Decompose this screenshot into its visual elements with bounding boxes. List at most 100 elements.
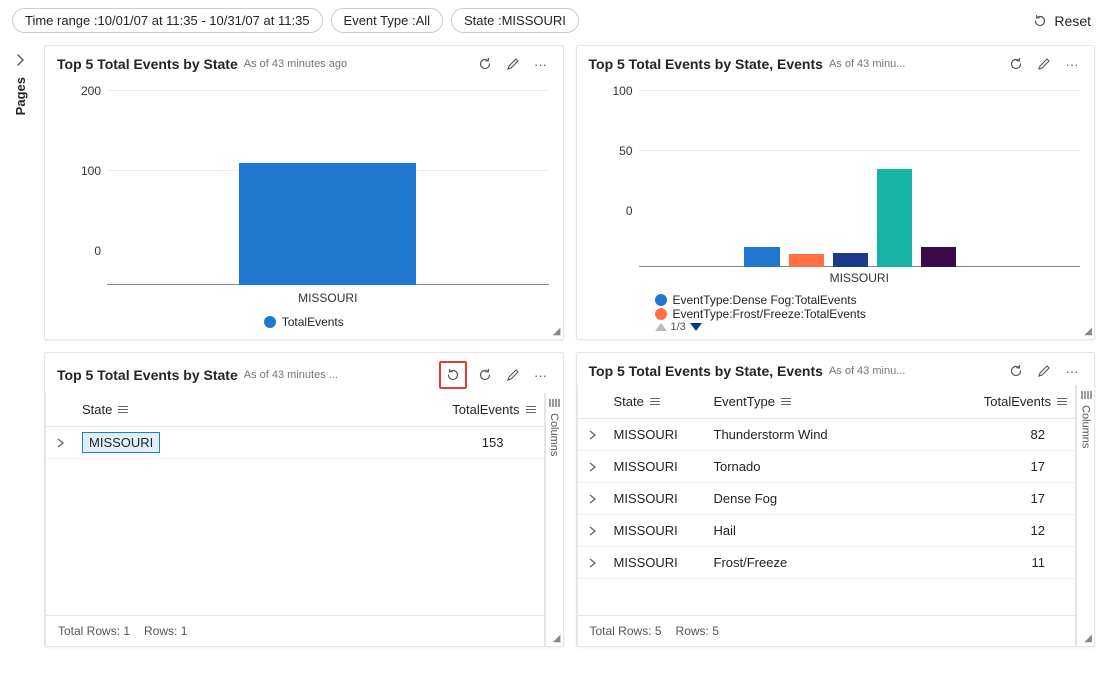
table-row[interactable]: MISSOURIHail12 (578, 515, 1076, 547)
bar[interactable] (239, 163, 416, 285)
panel-table-state: Top 5 Total Events by State As of 43 min… (44, 352, 564, 647)
column-header[interactable]: State (74, 396, 184, 423)
more-icon[interactable]: ··· (531, 365, 551, 385)
bar[interactable] (877, 169, 912, 267)
legend-label: TotalEvents (282, 315, 344, 329)
pages-sidebar[interactable]: Pages (0, 41, 40, 655)
columns-panel-handle[interactable]: Columns (1076, 385, 1094, 646)
table-row[interactable]: MISSOURIThunderstorm Wind82 (578, 419, 1076, 451)
reset-button[interactable]: Reset (1024, 9, 1099, 33)
bar[interactable] (744, 247, 779, 267)
y-tick: 0 (603, 204, 633, 218)
panel-title: Top 5 Total Events by State (57, 367, 238, 383)
dashboard-grid: Top 5 Total Events by State As of 43 min… (40, 41, 1111, 655)
panel-subtitle: As of 43 minu... (829, 58, 905, 70)
legend-pager[interactable]: 1/3 (655, 321, 702, 333)
table-header-row: State TotalEvents (46, 393, 544, 427)
panel-subtitle: As of 43 minu... (829, 365, 905, 377)
refresh-icon[interactable] (475, 54, 495, 74)
refresh-icon[interactable] (1006, 54, 1026, 74)
resize-handle-icon[interactable]: ◢ (1084, 633, 1092, 644)
x-tick: MISSOURI (107, 291, 549, 305)
resize-handle-icon[interactable]: ◢ (553, 326, 561, 337)
more-icon[interactable]: ··· (531, 54, 551, 74)
column-menu-icon[interactable] (118, 406, 128, 413)
y-tick: 100 (603, 84, 633, 98)
table-footer: Total Rows: 5 Rows: 5 (578, 615, 1076, 646)
y-tick: 50 (603, 144, 633, 158)
panel-title: Top 5 Total Events by State (57, 56, 238, 72)
edit-icon[interactable] (503, 54, 523, 74)
filter-value: 10/01/07 at 11:35 - 10/31/07 at 11:35 (98, 13, 310, 28)
expand-icon[interactable] (578, 489, 606, 509)
y-tick: 100 (71, 164, 101, 178)
selected-cell[interactable]: MISSOURI (82, 432, 160, 453)
table-row[interactable]: MISSOURIDense Fog17 (578, 483, 1076, 515)
more-icon[interactable]: ··· (1062, 361, 1082, 381)
expand-icon[interactable] (578, 521, 606, 541)
more-icon[interactable]: ··· (1062, 54, 1082, 74)
refresh-icon[interactable] (475, 365, 495, 385)
table-header-row: State EventType TotalEvents (578, 385, 1076, 419)
cell-value: 153 (482, 435, 504, 450)
footer-total: Total Rows: 5 (590, 624, 662, 638)
triangle-down-icon[interactable] (690, 323, 702, 331)
filter-value: All (416, 13, 430, 28)
expand-icon[interactable] (46, 433, 74, 453)
filter-pill-time-range[interactable]: Time range : 10/01/07 at 11:35 - 10/31/0… (12, 8, 323, 33)
edit-icon[interactable] (1034, 361, 1054, 381)
legend-item[interactable]: EventType:Dense Fog:TotalEvents (655, 293, 857, 307)
y-tick: 200 (71, 84, 101, 98)
legend-item[interactable]: EventType:Frost/Freeze:TotalEvents (655, 307, 866, 321)
column-menu-icon[interactable] (781, 398, 791, 405)
columns-icon (548, 397, 560, 409)
panel-chart-state-events: Top 5 Total Events by State, Events As o… (576, 45, 1096, 340)
footer-rows: Rows: 1 (144, 624, 187, 638)
columns-panel-handle[interactable]: Columns (545, 393, 563, 646)
chevron-right-icon (13, 53, 27, 67)
legend-item[interactable]: TotalEvents (264, 315, 344, 329)
table-footer: Total Rows: 1 Rows: 1 (46, 615, 544, 646)
column-menu-icon[interactable] (650, 398, 660, 405)
x-tick: MISSOURI (639, 271, 1081, 285)
reset-icon[interactable] (439, 361, 467, 389)
resize-handle-icon[interactable]: ◢ (1084, 326, 1092, 337)
pages-label: Pages (13, 77, 28, 115)
reset-icon (1032, 13, 1048, 29)
filter-pill-state[interactable]: State : MISSOURI (451, 8, 579, 33)
column-menu-icon[interactable] (1057, 398, 1067, 405)
column-header[interactable]: State (606, 388, 706, 415)
expand-icon[interactable] (578, 457, 606, 477)
refresh-icon[interactable] (1006, 361, 1026, 381)
bar[interactable] (921, 247, 956, 267)
table-row[interactable]: MISSOURI 153 (46, 427, 544, 459)
pager-label: 1/3 (671, 321, 686, 333)
columns-label: Columns (548, 413, 560, 456)
panel-title: Top 5 Total Events by State, Events (589, 363, 823, 379)
column-header[interactable]: TotalEvents (184, 396, 544, 423)
table-row[interactable]: MISSOURIFrost/Freeze11 (578, 547, 1076, 579)
filter-pill-event-type[interactable]: Event Type : All (331, 8, 443, 33)
footer-total: Total Rows: 1 (58, 624, 130, 638)
filter-value: MISSOURI (502, 13, 566, 28)
filter-label: Time range : (25, 13, 98, 28)
column-menu-icon[interactable] (526, 406, 536, 413)
expand-icon[interactable] (578, 553, 606, 573)
columns-label: Columns (1080, 405, 1092, 448)
edit-icon[interactable] (503, 365, 523, 385)
edit-icon[interactable] (1034, 54, 1054, 74)
column-header[interactable]: TotalEvents (856, 388, 1076, 415)
panel-title: Top 5 Total Events by State, Events (589, 56, 823, 72)
table-row[interactable]: MISSOURITornado17 (578, 451, 1076, 483)
bar[interactable] (789, 254, 824, 267)
legend-label: EventType:Dense Fog:TotalEvents (673, 293, 857, 307)
bar[interactable] (833, 253, 868, 267)
footer-rows: Rows: 5 (676, 624, 719, 638)
triangle-up-icon[interactable] (655, 323, 667, 331)
column-header[interactable]: EventType (706, 388, 856, 415)
panel-table-state-events: Top 5 Total Events by State, Events As o… (576, 352, 1096, 647)
resize-handle-icon[interactable]: ◢ (553, 633, 561, 644)
expand-icon[interactable] (578, 425, 606, 445)
filter-label: Event Type : (344, 13, 416, 28)
legend-label: EventType:Frost/Freeze:TotalEvents (673, 307, 866, 321)
